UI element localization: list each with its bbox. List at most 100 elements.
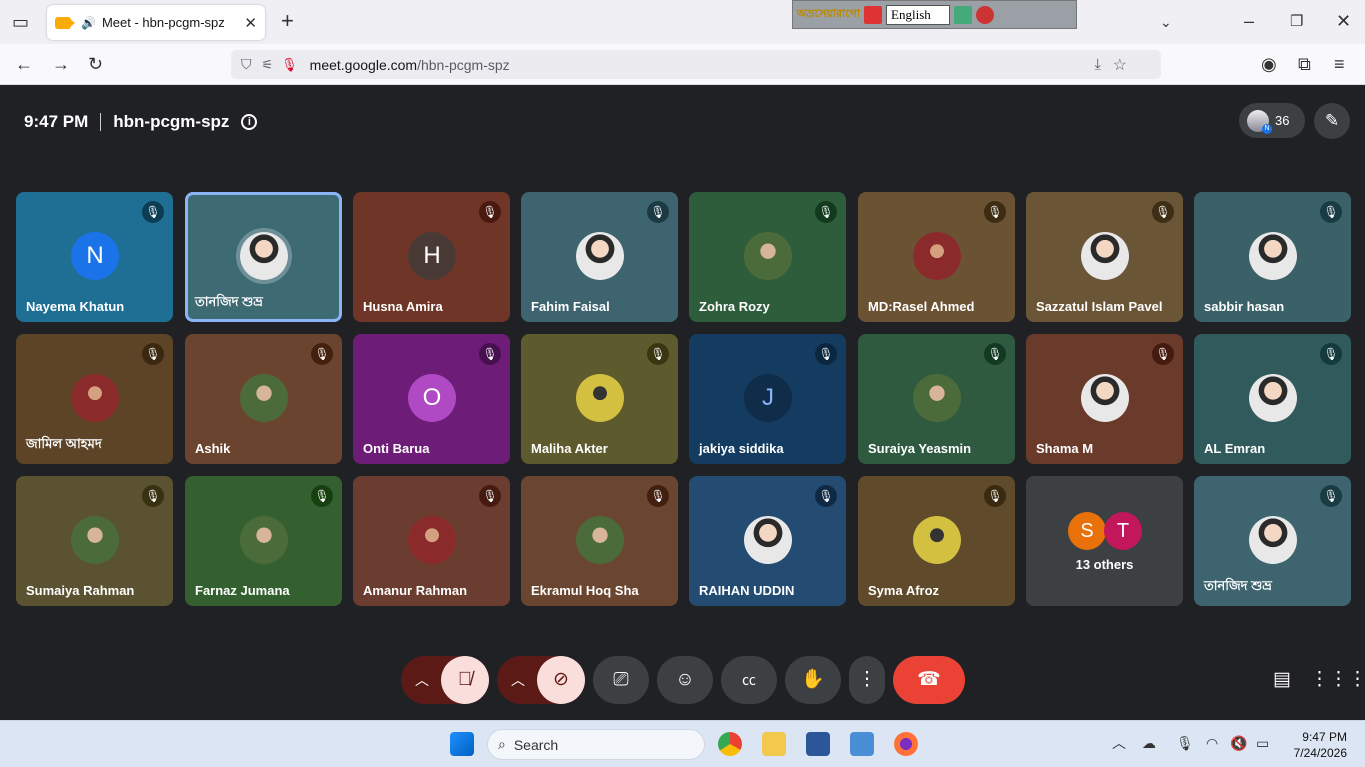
- participant-tile[interactable]: 🎙 Sumaiya Rahman: [16, 476, 173, 606]
- participant-tile[interactable]: 🎙 O Onti Barua: [353, 334, 510, 464]
- captions-icon[interactable]: ㏄: [721, 656, 777, 704]
- windows-start-icon[interactable]: [450, 732, 474, 756]
- ime-close-icon[interactable]: [976, 5, 995, 24]
- participants-button[interactable]: N 36: [1239, 103, 1305, 138]
- others-avatar: T: [1104, 512, 1142, 550]
- participant-avatar: [240, 516, 288, 564]
- participant-tile[interactable]: 🎙 তানজিদ শুভ্র: [1194, 476, 1351, 606]
- forward-icon[interactable]: →: [52, 55, 70, 73]
- participant-tile[interactable]: 🎙 sabbir hasan: [1194, 192, 1351, 322]
- ime-language-select[interactable]: English: [886, 4, 951, 25]
- new-tab-icon[interactable]: +: [281, 10, 294, 32]
- onedrive-icon[interactable]: ☁: [1142, 734, 1156, 752]
- search-placeholder: Search: [513, 736, 559, 753]
- ime-globe-icon[interactable]: [954, 5, 973, 24]
- participant-name: Shama M: [1036, 441, 1094, 456]
- download-icon[interactable]: ⤓: [1094, 56, 1101, 73]
- participant-name: 13 others: [1075, 557, 1134, 572]
- extensions-icon[interactable]: ⧉: [1298, 55, 1311, 73]
- tray-chevron-icon[interactable]: ︿: [1112, 734, 1126, 752]
- close-window-icon[interactable]: ✕: [1336, 12, 1351, 30]
- participant-name: Ekramul Hoq Sha: [531, 583, 639, 598]
- participant-tile[interactable]: 🎙 Fahim Faisal: [521, 192, 678, 322]
- participant-avatar: J: [744, 374, 792, 422]
- mic-muted-icon: 🎙: [815, 201, 837, 223]
- mic-muted-icon: 🎙: [311, 485, 333, 507]
- reload-icon[interactable]: ↻: [88, 55, 103, 73]
- tab-overview-icon[interactable]: ▭: [12, 13, 29, 31]
- participant-avatar: [1081, 374, 1129, 422]
- tab-close-icon[interactable]: ✕: [244, 14, 257, 32]
- video-options-button[interactable]: ︿ ⊘: [497, 656, 585, 704]
- address-bar[interactable]: ⛉ ⚟ 🎙 meet.google.com /hbn-pcgm-spz ⤓ ☆: [231, 50, 1161, 79]
- taskbar-search[interactable]: ⌕ Search: [487, 729, 705, 760]
- participant-tile[interactable]: 🎙 Sazzatul Islam Pavel: [1026, 192, 1183, 322]
- chat-icon[interactable]: ▤: [1262, 656, 1302, 704]
- participant-avatar: [576, 374, 624, 422]
- audio-options-button[interactable]: ︿ 🎙̸: [401, 656, 489, 704]
- activities-icon[interactable]: ⋮⋮⋮: [1310, 656, 1365, 704]
- participant-tile[interactable]: S T 13 others: [1026, 476, 1183, 606]
- present-screen-icon[interactable]: ⎚: [593, 656, 649, 704]
- more-options-icon[interactable]: ⋮: [849, 656, 885, 704]
- participant-name: AL Emran: [1204, 441, 1266, 456]
- mic-muted-icon: 🎙: [815, 343, 837, 365]
- mic-off-icon[interactable]: 🎙̸: [441, 656, 489, 704]
- taskbar-clock[interactable]: 9:47 PM 7/24/2026: [1294, 729, 1347, 761]
- participant-avatar: [236, 228, 292, 284]
- shield-icon[interactable]: ⛉: [241, 56, 252, 73]
- participant-tile[interactable]: 🎙 N Nayema Khatun: [16, 192, 173, 322]
- participant-tile[interactable]: 🎙 MD:Rasel Ahmed: [858, 192, 1015, 322]
- word-icon[interactable]: [806, 732, 830, 756]
- camera-off-icon[interactable]: ⊘: [537, 656, 585, 704]
- participant-avatar: [1249, 374, 1297, 422]
- speaker-icon[interactable]: 🔊: [81, 16, 96, 30]
- participant-tile[interactable]: 🎙 Maliha Akter: [521, 334, 678, 464]
- participant-tile[interactable]: 🎙 জামিল আহমদ: [16, 334, 173, 464]
- participant-name: MD:Rasel Ahmed: [868, 299, 975, 314]
- participant-avatar: [408, 516, 456, 564]
- wifi-icon[interactable]: ◠: [1206, 734, 1218, 752]
- file-explorer-icon[interactable]: [762, 732, 786, 756]
- participant-tile[interactable]: 🎙 Ekramul Hoq Sha: [521, 476, 678, 606]
- leave-call-icon[interactable]: ☎: [893, 656, 965, 704]
- permissions-icon[interactable]: ⚟: [262, 57, 274, 73]
- participant-tile[interactable]: 🎙 Syma Afroz: [858, 476, 1015, 606]
- restore-icon[interactable]: ❐: [1290, 13, 1303, 31]
- participant-tile[interactable]: 🎙 Amanur Rahman: [353, 476, 510, 606]
- participant-tile[interactable]: 🎙 Jjakiya siddika: [689, 334, 846, 464]
- edit-layout-icon[interactable]: ✎: [1314, 103, 1350, 139]
- raise-hand-icon[interactable]: ✋: [785, 656, 841, 704]
- participant-tile[interactable]: 🎙 Ashik: [185, 334, 342, 464]
- participant-name: তানজিদ শুভ্র: [195, 294, 263, 309]
- mic-permission-icon[interactable]: 🎙: [281, 57, 298, 73]
- photos-icon[interactable]: [850, 732, 874, 756]
- tab-meet[interactable]: 🔊 Meet - hbn-pcgm-spz ✕: [47, 5, 265, 40]
- back-icon[interactable]: ←: [15, 55, 33, 73]
- chrome-icon[interactable]: [718, 732, 742, 756]
- participant-tile[interactable]: 🎙 RAIHAN UDDIN: [689, 476, 846, 606]
- bookmark-star-icon[interactable]: ☆: [1113, 55, 1127, 75]
- participant-tile[interactable]: 🎙 Suraiya Yeasmin: [858, 334, 1015, 464]
- volume-muted-icon[interactable]: 🔇: [1230, 734, 1247, 752]
- participant-avatar: [1081, 232, 1129, 280]
- microphone-tray-icon[interactable]: 🎙: [1176, 734, 1194, 752]
- ime-mode-icon[interactable]: [864, 5, 883, 24]
- participant-tile[interactable]: তানজিদ শুভ্র: [185, 192, 342, 322]
- tab-list-chevron-icon[interactable]: ⌄: [1160, 13, 1172, 31]
- info-icon[interactable]: i: [241, 114, 258, 130]
- participant-tile[interactable]: 🎙 H Husna Amira: [353, 192, 510, 322]
- minimize-icon[interactable]: –: [1244, 12, 1254, 30]
- clock-time: 9:47 PM: [1302, 730, 1347, 744]
- emoji-icon[interactable]: ☺: [657, 656, 713, 704]
- participant-tile[interactable]: 🎙 AL Emran: [1194, 334, 1351, 464]
- participant-tile[interactable]: 🎙 Farnaz Jumana: [185, 476, 342, 606]
- participant-tile[interactable]: 🎙 Zohra Rozy: [689, 192, 846, 322]
- participant-tile[interactable]: 🎙 Shama M: [1026, 334, 1183, 464]
- menu-icon[interactable]: ≡: [1334, 55, 1345, 73]
- account-icon[interactable]: ◉: [1261, 55, 1277, 73]
- battery-icon[interactable]: ▭: [1256, 734, 1269, 752]
- firefox-icon[interactable]: [894, 732, 918, 756]
- participant-name: Farnaz Jumana: [195, 583, 290, 598]
- participant-avatar: [913, 374, 961, 422]
